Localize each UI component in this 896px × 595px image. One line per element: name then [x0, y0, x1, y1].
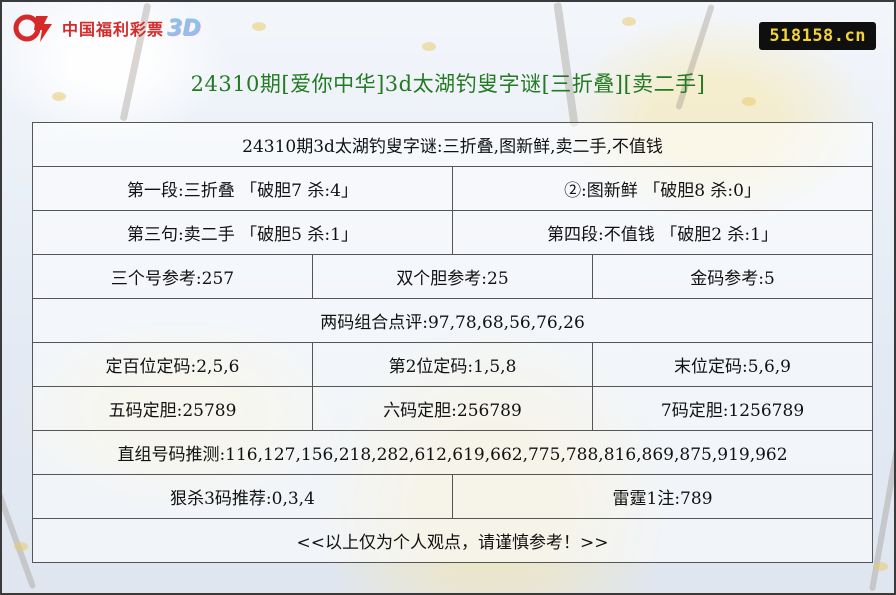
hundreds-cell: 定百位定码:2,5,6 — [32, 342, 313, 387]
six-dan-cell: 六码定胆:256789 — [312, 386, 593, 431]
site-url-badge[interactable]: 518158.cn — [759, 22, 876, 50]
leaf-decoration — [14, 542, 28, 551]
welfare-lottery-logo: 中国福利彩票 3D — [12, 10, 201, 46]
leaf-decoration — [874, 562, 888, 571]
double-ref-cell: 双个胆参考:25 — [312, 254, 593, 299]
disclaimer-cell: <<以上仅为个人观点，请谨慎参考！>> — [31, 518, 874, 563]
table-row: 狠杀3码推荐:0,3,4 雷霆1注:789 — [32, 474, 874, 519]
table-row: 定百位定码:2,5,6 第2位定码:1,5,8 末位定码:5,6,9 — [32, 342, 874, 387]
two-combo-cell: 两码组合点评:97,78,68,56,76,26 — [31, 298, 874, 343]
gold-ref-cell: 金码参考:5 — [591, 254, 874, 299]
leaf-decoration — [742, 97, 756, 106]
leaf-decoration — [622, 17, 636, 26]
table-row: 直组号码推测:116,127,156,218,282,612,619,662,7… — [31, 430, 874, 475]
table-row: 五码定胆:25789 六码定胆:256789 7码定胆:1256789 — [32, 386, 874, 431]
table-row: 第一段:三折叠 「破胆7 杀:4」 ②:图新鲜 「破胆8 杀:0」 — [32, 166, 874, 211]
lottery-logo-icon — [12, 10, 56, 46]
tree-branch — [2, 474, 37, 590]
three-ref-cell: 三个号参考:257 — [32, 254, 313, 299]
riddle-cell: 24310期3d太湖钓叟字谜:三折叠,图新鲜,卖二手,不值钱 — [31, 122, 874, 167]
five-dan-cell: 五码定胆:25789 — [32, 386, 313, 431]
line3-cell: 第三句:卖二手 「破胆5 杀:1」 — [32, 210, 453, 255]
table-row: 24310期3d太湖钓叟字谜:三折叠,图新鲜,卖二手,不值钱 — [31, 122, 874, 167]
table-row: 第三句:卖二手 「破胆5 杀:1」 第四段:不值钱 「破胆2 杀:1」 — [32, 210, 874, 255]
logo-3d-text: 3D — [167, 15, 201, 41]
poster-frame: 中国福利彩票 3D 518158.cn 24310期[爱你中华]3d太湖钓叟字谜… — [0, 0, 896, 595]
line4-cell: 第四段:不值钱 「破胆2 杀:1」 — [451, 210, 874, 255]
direct-group-cell: 直组号码推测:116,127,156,218,282,612,619,662,7… — [31, 430, 874, 475]
table-row: 两码组合点评:97,78,68,56,76,26 — [31, 298, 874, 343]
table-row: 三个号参考:257 双个胆参考:25 金码参考:5 — [32, 254, 874, 299]
second-digit-cell: 第2位定码:1,5,8 — [312, 342, 593, 387]
leaf-decoration — [252, 22, 266, 31]
logo-text: 中国福利彩票 — [62, 20, 165, 39]
prediction-table: 24310期3d太湖钓叟字谜:三折叠,图新鲜,卖二手,不值钱 第一段:三折叠 「… — [31, 122, 874, 563]
line1-cell: 第一段:三折叠 「破胆7 杀:4」 — [32, 166, 453, 211]
line2-cell: ②:图新鲜 「破胆8 杀:0」 — [451, 166, 874, 211]
last-digit-cell: 末位定码:5,6,9 — [591, 342, 874, 387]
seven-dan-cell: 7码定胆:1256789 — [591, 386, 874, 431]
thunder-cell: 雷霆1注:789 — [451, 474, 874, 519]
table-row: <<以上仅为个人观点，请谨慎参考！>> — [31, 518, 874, 563]
tree-branch — [553, 2, 579, 127]
kill3-cell: 狠杀3码推荐:0,3,4 — [32, 474, 453, 519]
page-title: 24310期[爱你中华]3d太湖钓叟字谜[三折叠][卖二手] — [190, 72, 706, 96]
leaf-decoration — [422, 42, 436, 51]
